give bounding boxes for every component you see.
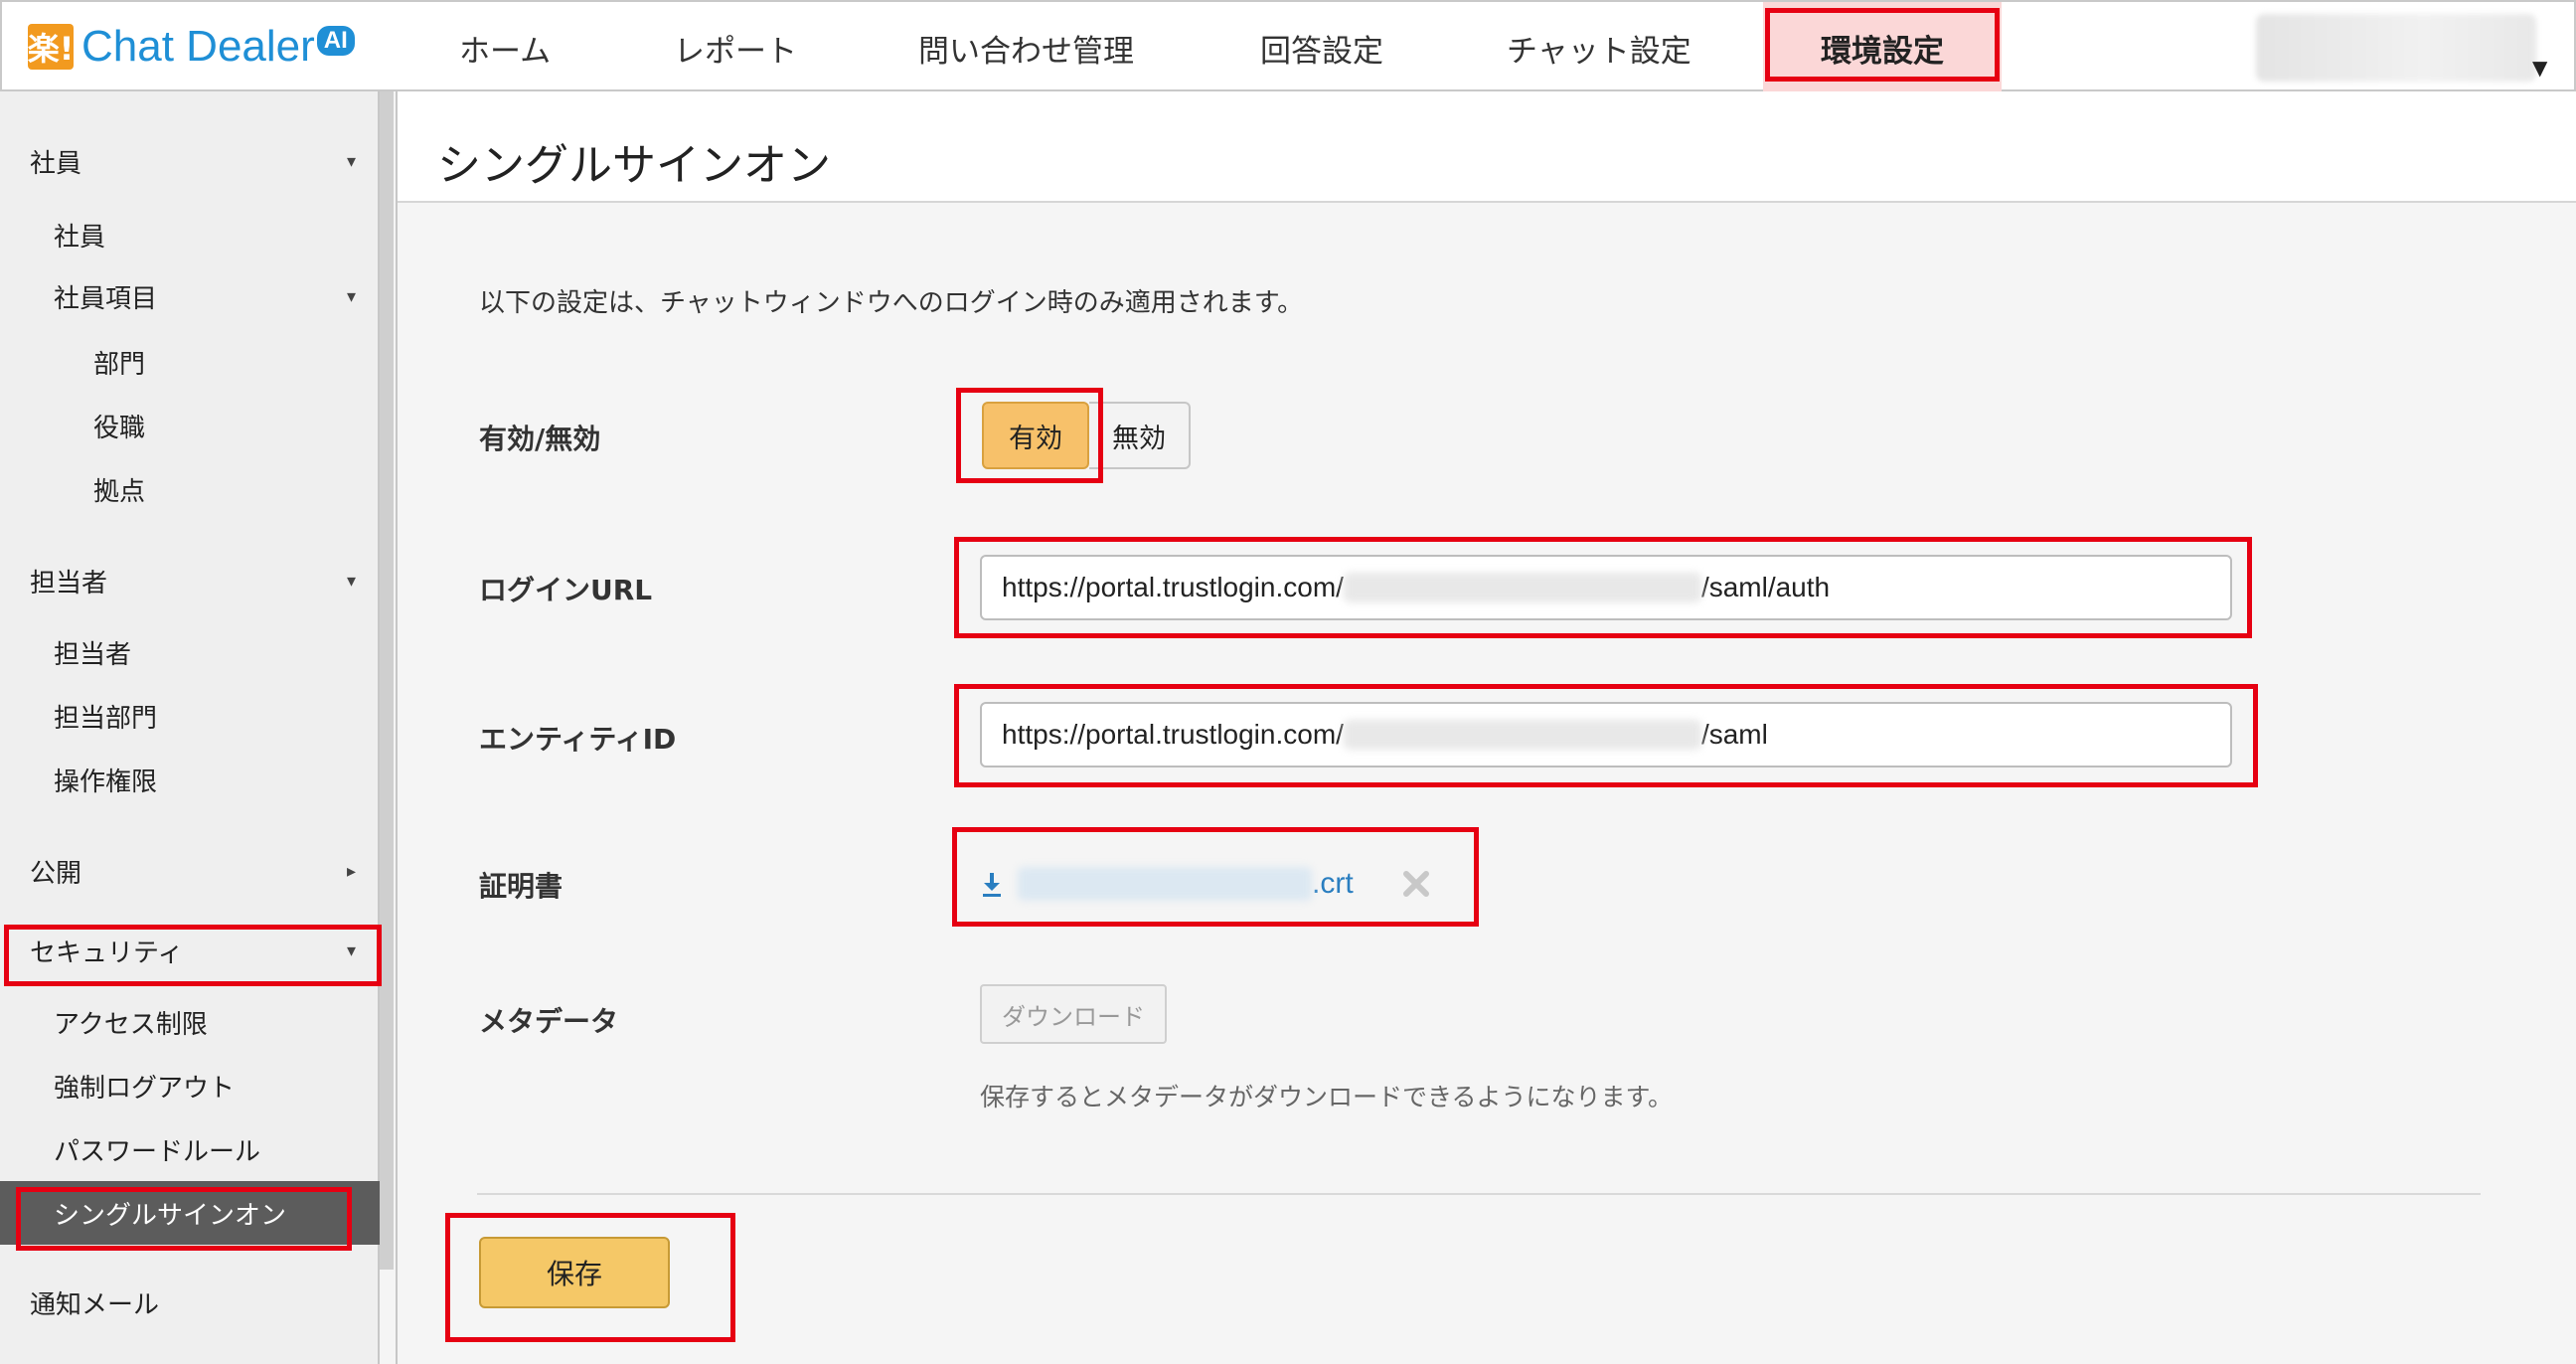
page-title: シングルサインオン [437,140,831,191]
sidebar: 社員 ▾ 社員 社員項目 ▾ 部門 役職 拠点 担当者 ▾ 担当者 担当部門 操… [0,91,380,1364]
chevron-down-icon: ▾ [346,939,356,961]
sidebar-item-employee-fields[interactable]: 社員項目 ▾ [0,268,380,324]
sidebar-item-positions[interactable]: 役職 [0,398,380,453]
sidebar-item-label: 社員 [54,222,106,253]
sidebar-item-label: 操作権限 [54,767,158,797]
sidebar-item-notification-mail[interactable]: 通知メール [0,1275,380,1330]
top-navigation-bar: 楽! Chat Dealer AI ホーム レポート 問い合わせ管理 回答設定 … [0,0,2576,93]
metadata-hint: 保存するとメタデータがダウンロードできるようになります。 [980,1083,1674,1111]
sidebar-item-label: アクセス制限 [54,1009,208,1040]
nav-answer-settings[interactable]: 回答設定 [1260,2,1383,93]
sidebar-item-forced-logout[interactable]: 強制ログアウト [0,1058,380,1113]
redacted-text [1018,867,1312,901]
save-button[interactable]: 保存 [479,1237,670,1308]
sidebar-item-label: セキュリティ [30,938,184,968]
sidebar-item-label: 担当部門 [54,703,158,734]
entity-id-prefix: https://portal.trustlogin.com/ [1002,719,1344,750]
sidebar-item-label: 通知メール [30,1289,160,1320]
entity-id-field[interactable]: https://portal.trustlogin.com/ /saml [980,702,2232,767]
sidebar-item-access-restriction[interactable]: アクセス制限 [0,994,380,1050]
divider [477,1193,2481,1195]
nav-inquiry-management[interactable]: 問い合わせ管理 [918,2,1134,93]
entity-id-suffix: /saml [1700,719,1768,750]
sidebar-item-departments[interactable]: 部門 [0,334,380,390]
nav-chat-settings[interactable]: チャット設定 [1507,2,1691,93]
redacted-text [1343,720,1701,750]
chevron-right-icon: ▸ [346,860,356,882]
metadata-download-button[interactable]: ダウンロード [980,984,1167,1044]
metadata-label: メタデータ [479,1005,619,1038]
certificate-label: 証明書 [479,870,564,903]
certificate-file-suffix: .crt [1312,867,1354,900]
sidebar-group-security[interactable]: セキュリティ ▾ [0,923,380,978]
scope-notice: 以下の設定は、チャットウィンドウへのログイン時のみ適用されます。 [479,288,1304,318]
close-icon[interactable] [1391,859,1441,909]
sidebar-item-label: 担当者 [30,568,108,598]
user-menu-caret-icon[interactable]: ▼ [2532,56,2547,80]
enable-on-button[interactable]: 有効 [982,402,1089,469]
sidebar-item-label: 拠点 [93,476,146,507]
sidebar-item-label: 担当者 [54,639,132,670]
sidebar-item-label: パスワードルール [54,1136,261,1167]
nav-home[interactable]: ホーム [459,2,551,93]
app-logo[interactable]: 楽! Chat Dealer AI [28,22,355,72]
page-header: シングルサインオン [398,91,2576,203]
sidebar-scrollbar[interactable] [380,91,394,1270]
sidebar-item-employees[interactable]: 社員 [0,207,380,262]
sidebar-group-employees[interactable]: 社員 ▾ [0,133,380,189]
logo-mark: 楽! [28,24,74,70]
certificate-download-link[interactable]: .crt [980,859,1354,909]
sidebar-item-label: 公開 [30,858,82,889]
login-url-prefix: https://portal.trustlogin.com/ [1002,572,1344,602]
enable-off-button[interactable]: 無効 [1089,402,1191,469]
sidebar-item-password-rules[interactable]: パスワードルール [0,1121,380,1177]
login-url-field[interactable]: https://portal.trustlogin.com/ /saml/aut… [980,555,2232,620]
logo-ai-badge: AI [316,26,355,56]
enable-label: 有効/無効 [479,423,601,455]
login-url-label: ログインURL [479,574,653,606]
logo-text: Chat Dealer [81,22,315,71]
login-url-suffix: /saml/auth [1700,572,1831,602]
entity-id-label: エンティティID [479,723,677,756]
chevron-down-icon: ▾ [346,285,356,307]
sidebar-item-locations[interactable]: 拠点 [0,461,380,517]
redacted-text [1343,573,1701,602]
nav-environment-settings[interactable]: 環境設定 [1763,2,2002,93]
sidebar-item-label: 社員項目 [54,283,158,314]
chevron-down-icon: ▾ [346,570,356,592]
sidebar-item-permissions[interactable]: 操作権限 [0,752,380,807]
user-menu[interactable] [2256,14,2536,82]
download-icon [983,873,1001,897]
sidebar-item-label: 社員 [30,148,82,179]
sidebar-item-label: 役職 [93,413,146,443]
sidebar-group-publish[interactable]: 公開 ▸ [0,843,380,899]
sidebar-item-label: シングルサインオン [54,1200,287,1231]
nav-report[interactable]: レポート [674,2,797,93]
sidebar-group-operators[interactable]: 担当者 ▾ [0,553,380,608]
sidebar-item-operator-departments[interactable]: 担当部門 [0,688,380,744]
sidebar-item-label: 部門 [93,349,146,380]
sidebar-item-single-sign-on[interactable]: シングルサインオン [0,1181,380,1245]
main-content: シングルサインオン 以下の設定は、チャットウィンドウへのログイン時のみ適用されま… [396,91,2576,1364]
sidebar-item-label: 強制ログアウト [54,1073,236,1104]
sidebar-item-operators[interactable]: 担当者 [0,624,380,680]
chevron-down-icon: ▾ [346,150,356,172]
